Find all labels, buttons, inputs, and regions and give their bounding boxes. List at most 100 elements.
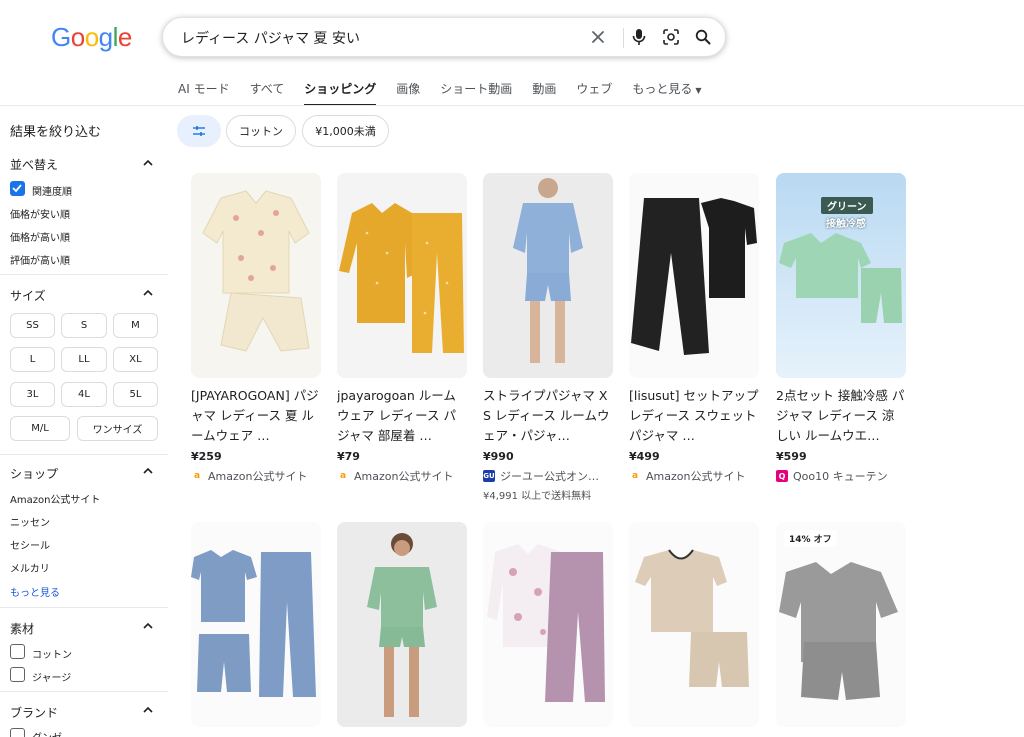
product-price: ¥79: [337, 450, 360, 463]
product-image[interactable]: グリーン 接触冷感: [776, 173, 906, 378]
chip-under-1000[interactable]: ¥1,000未満: [302, 115, 389, 147]
product-card[interactable]: [337, 522, 467, 727]
size-xl[interactable]: XL: [113, 347, 158, 372]
product-image[interactable]: [629, 173, 759, 378]
shop-heading: ショップ: [10, 467, 59, 481]
product-image[interactable]: [483, 173, 613, 378]
product-image[interactable]: 14% オフ: [776, 522, 906, 727]
size-5l[interactable]: 5L: [113, 382, 158, 407]
tab-shopping[interactable]: ショッピング: [304, 80, 377, 106]
material-jersey-checkbox[interactable]: [10, 667, 25, 682]
tab-videos[interactable]: 動画: [532, 80, 556, 106]
filter-settings-chip[interactable]: [177, 115, 221, 147]
sort-relevance-checkbox[interactable]: [10, 181, 25, 196]
shop-option-cecile[interactable]: セシール: [10, 537, 50, 552]
model-green-pajama-image: [337, 522, 467, 727]
discount-badge: 14% オフ: [784, 530, 837, 547]
gray-pajama-image: [776, 522, 906, 727]
shop-option-amazon[interactable]: Amazon公式サイト: [10, 491, 100, 506]
brand-gunze-checkbox[interactable]: [10, 728, 25, 737]
size-l[interactable]: L: [10, 347, 55, 372]
product-seller[interactable]: a Amazon公式サイト: [629, 468, 759, 484]
product-image[interactable]: [337, 173, 467, 378]
material-option-jersey[interactable]: ジャージ: [32, 669, 71, 684]
search-input[interactable]: レディース パジャマ 夏 安い: [181, 28, 360, 48]
product-title[interactable]: jpayarogoan ルームウェア レディース パジャマ 部屋着 …: [337, 386, 467, 446]
size-3l[interactable]: 3L: [10, 382, 55, 407]
size-m-l[interactable]: M/L: [10, 416, 70, 441]
lens-camera-icon[interactable]: [660, 26, 682, 48]
chip-cotton[interactable]: コットン: [226, 115, 296, 147]
search-tabs: AI モード すべて ショッピング 画像 ショート動画 動画 ウェブ もっと見る…: [178, 80, 722, 106]
product-card[interactable]: ストライプパジャマ XS レディース ルームウェア・パジャ… ¥990 GU ジー…: [483, 173, 613, 502]
size-m[interactable]: M: [113, 313, 158, 338]
product-image[interactable]: [629, 522, 759, 727]
product-image[interactable]: [191, 522, 321, 727]
blue-pajama-set-image: [191, 522, 321, 727]
tab-short-videos[interactable]: ショート動画: [440, 80, 512, 106]
beige-pajama-image: [629, 522, 759, 727]
search-box[interactable]: レディース パジャマ 夏 安い: [162, 17, 726, 57]
product-card[interactable]: [191, 522, 321, 727]
product-title[interactable]: [lisusut] セットアップ レディース スウェット パジャマ …: [629, 386, 759, 446]
tab-all[interactable]: すべて: [250, 80, 285, 106]
material-cotton-checkbox[interactable]: [10, 644, 25, 659]
search-icon[interactable]: [692, 26, 714, 48]
tab-more[interactable]: もっと見る ▼: [632, 80, 701, 106]
shipping-info: ¥4,991 以上で送料無料: [483, 491, 592, 502]
product-image[interactable]: [483, 522, 613, 727]
microphone-icon[interactable]: [628, 26, 650, 48]
size-one-size[interactable]: ワンサイズ: [77, 416, 158, 441]
product-title[interactable]: ストライプパジャマ XS レディース ルームウェア・パジャ…: [483, 386, 613, 446]
product-seller[interactable]: a Amazon公式サイト: [337, 468, 467, 484]
brand-option-gunze[interactable]: グンゼ: [32, 729, 62, 737]
section-divider: [0, 274, 168, 275]
product-seller[interactable]: Q Qoo10 キューテン: [776, 468, 906, 484]
product-card[interactable]: グリーン 接触冷感 2点セット 接触冷感 パジャマ レディース 涼しい ルームウ…: [776, 173, 906, 484]
clear-icon[interactable]: [587, 26, 609, 48]
product-card[interactable]: [629, 522, 759, 727]
product-seller[interactable]: a Amazon公式サイト: [191, 468, 321, 484]
shop-option-nissen[interactable]: ニッセン: [10, 514, 50, 529]
seller-name: ジーユー公式オン…: [500, 470, 599, 483]
product-image[interactable]: [191, 173, 321, 378]
sort-option-relevance[interactable]: 関連度順: [32, 183, 72, 198]
section-divider: [0, 691, 168, 692]
size-ll[interactable]: LL: [61, 347, 107, 372]
chevron-up-icon[interactable]: [142, 287, 154, 299]
tab-ai-mode[interactable]: AI モード: [178, 80, 230, 106]
chevron-up-icon[interactable]: [142, 465, 154, 477]
size-s[interactable]: S: [61, 313, 107, 338]
header-divider: [0, 105, 1024, 106]
product-card[interactable]: jpayarogoan ルームウェア レディース パジャマ 部屋着 … ¥79 …: [337, 173, 467, 484]
checkmark-icon: [12, 184, 22, 193]
section-divider: [0, 607, 168, 608]
sort-option-rating[interactable]: 評価が高い順: [10, 252, 70, 267]
tab-web[interactable]: ウェブ: [576, 80, 612, 106]
size-ss[interactable]: SS: [10, 313, 55, 338]
product-image[interactable]: [337, 522, 467, 727]
product-card[interactable]: [lisusut] セットアップ レディース スウェット パジャマ … ¥499…: [629, 173, 759, 484]
material-option-cotton[interactable]: コットン: [32, 646, 72, 661]
shop-option-mercari[interactable]: メルカリ: [10, 560, 50, 575]
chevron-up-icon[interactable]: [142, 704, 154, 716]
google-logo[interactable]: Google: [51, 22, 132, 53]
image-label-green: グリーン: [821, 197, 873, 214]
sort-option-price-low[interactable]: 価格が安い順: [10, 206, 70, 221]
amazon-icon: a: [339, 471, 347, 481]
product-title[interactable]: [JPAYAROGOAN] パジャマ レディース 夏 ルームウェア …: [191, 386, 321, 446]
size-4l[interactable]: 4L: [61, 382, 107, 407]
shop-more-link[interactable]: もっと見る: [10, 584, 60, 599]
sort-option-price-high[interactable]: 価格が高い順: [10, 229, 70, 244]
tab-images[interactable]: 画像: [396, 80, 420, 106]
search-divider: [623, 28, 624, 48]
chevron-up-icon[interactable]: [142, 620, 154, 632]
product-card[interactable]: [JPAYAROGOAN] パジャマ レディース 夏 ルームウェア … ¥259…: [191, 173, 321, 484]
seller-name: Amazon公式サイト: [354, 470, 454, 483]
product-seller[interactable]: GU ジーユー公式オン…: [483, 468, 613, 484]
chevron-up-icon[interactable]: [142, 157, 154, 169]
product-card[interactable]: [483, 522, 613, 727]
section-divider: [0, 454, 168, 455]
product-title[interactable]: 2点セット 接触冷感 パジャマ レディース 涼しい ルームウエ…: [776, 386, 906, 446]
product-card[interactable]: 14% オフ: [776, 522, 906, 727]
